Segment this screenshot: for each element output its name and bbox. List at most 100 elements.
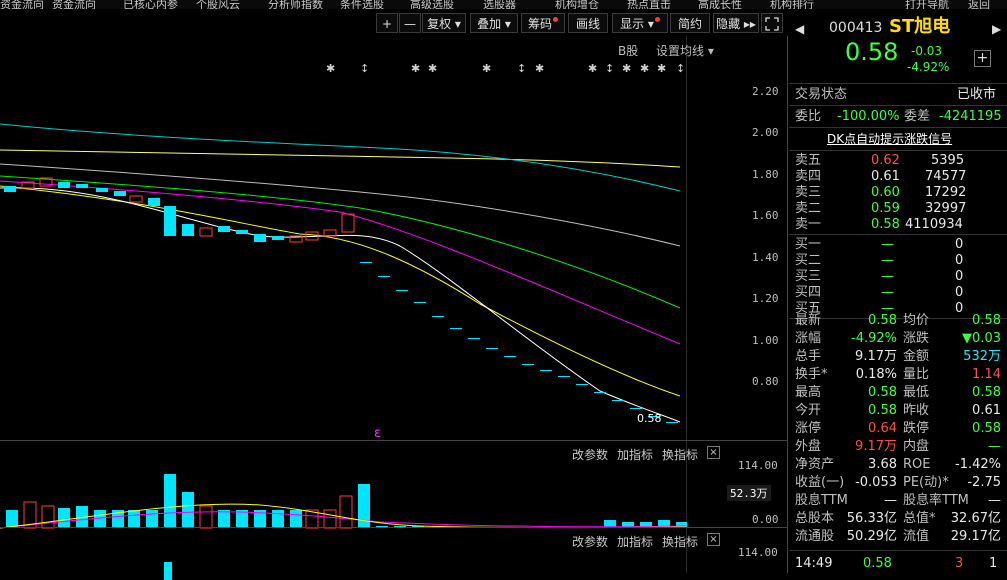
event-marker-icon: ↕ — [605, 62, 614, 75]
stat-row: 涨停 0.64 跌停 0.58 — [789, 420, 1007, 437]
volume-bar — [6, 510, 18, 528]
status-value: 已收市 — [957, 87, 997, 102]
stat-label: 净资产 — [795, 457, 835, 472]
stat-value: 29.17亿 — [950, 529, 1001, 544]
dk-signal-link[interactable]: DK点自动提示涨跌信号 — [827, 131, 952, 148]
menu-item[interactable]: 返回 — [968, 0, 990, 9]
stat-value: 3.68 — [868, 457, 897, 472]
candlestick — [272, 236, 284, 240]
xianshi-dropdown[interactable]: 显示 ▾ — [612, 13, 668, 33]
ma5-line — [0, 187, 681, 423]
prev-stock-icon[interactable]: ◀ — [795, 21, 804, 38]
ask-label: 卖一 — [795, 217, 822, 232]
candlestick — [396, 290, 408, 291]
stat-row: 最新 0.58 均价 0.58 — [789, 312, 1007, 329]
candlestick — [450, 328, 462, 329]
kline-chart-area: B股 设置均线 ▾ ✱ ↕ ✱ ✱ ✱ ↕ ✱ ✱ ↕ ✱ ✱ ✱ ↕ 0.58… — [0, 36, 788, 580]
add-watchlist-icon[interactable]: + — [974, 50, 991, 67]
stat-value: 0.58 — [972, 313, 1001, 328]
divider — [789, 550, 1007, 551]
tick-volume: 3 — [955, 556, 964, 571]
chouma-button[interactable]: 筹码 — [521, 13, 565, 33]
volume-y-tick: 114.00 — [738, 459, 778, 472]
menu-item[interactable]: 已核心内参 — [123, 0, 178, 9]
xianshi-label: 显示 ▾ — [620, 17, 654, 31]
close-icon[interactable]: × — [707, 533, 720, 546]
candlestick — [576, 384, 588, 385]
volume-bar-group — [6, 474, 687, 529]
volume-svg — [0, 474, 687, 529]
bid-price: — — [881, 237, 894, 252]
menu-item[interactable]: 机构排行 — [770, 0, 814, 9]
stat-label: PE(动)* — [903, 475, 949, 490]
menu-item[interactable]: 选股器 — [483, 0, 516, 9]
volume-current-label: 52.3万 — [727, 485, 771, 501]
menu-item[interactable]: 机构增仓 — [555, 0, 599, 9]
stat-label: 总手 — [795, 349, 822, 364]
change-param-button[interactable]: 改参数 — [572, 533, 608, 550]
top-menu-bar: 资金流向 资金流向 已核心内参 个股风云 分析师指数 条件选股 高级选股 选股器… — [0, 0, 1007, 9]
ask-volume: 32997 — [925, 201, 967, 216]
stat-row: 净资产 3.68 ROE -1.42% — [789, 456, 1007, 473]
close-icon[interactable]: × — [707, 446, 720, 459]
menu-item[interactable]: 分析师指数 — [268, 0, 323, 9]
menu-item[interactable]: 资金流向 — [0, 0, 44, 9]
menu-item[interactable]: 条件选股 — [340, 0, 384, 9]
candlestick — [378, 276, 390, 277]
candlestick — [218, 226, 230, 232]
stat-label: 收益(一) — [795, 475, 845, 490]
stat-value: 0.58 — [972, 421, 1001, 436]
stat-value: 0.58 — [868, 385, 897, 400]
stat-row: 最高 0.58 最低 0.58 — [789, 384, 1007, 401]
notification-dot-icon — [654, 17, 660, 22]
ask-row: 卖一 0.58 4110934 — [789, 216, 1007, 233]
candlestick — [114, 191, 126, 196]
tick-time: 14:49 — [795, 556, 833, 571]
volume-bar — [323, 509, 337, 529]
diejia-dropdown[interactable]: 叠加 ▾ — [470, 13, 518, 33]
bid-label: 买四 — [795, 285, 822, 300]
stat-value: 56.33亿 — [846, 511, 897, 526]
ask-price: 0.59 — [871, 201, 900, 216]
weicha-value: -4241195 — [939, 109, 1002, 124]
volume-bar — [94, 510, 106, 528]
ma10-line — [0, 185, 681, 397]
jianyue-button[interactable]: 简约 — [670, 13, 710, 33]
stat-value: 0.64 — [868, 421, 897, 436]
switch-indicator-button[interactable]: 换指标 — [662, 533, 698, 550]
ask-price: 0.60 — [871, 185, 900, 200]
menu-item[interactable]: 高成长性 — [698, 0, 742, 9]
menu-item[interactable]: 高级选股 — [410, 0, 454, 9]
hide-panel-button[interactable]: 隐藏 ▸▸ — [713, 13, 759, 33]
y-tick: 1.80 — [752, 168, 779, 181]
candlestick — [630, 408, 642, 409]
menu-item[interactable]: 打开导航 — [905, 0, 949, 9]
stat-value: 0.58 — [868, 403, 897, 418]
candlestick — [468, 338, 480, 339]
fullscreen-button[interactable] — [761, 13, 783, 33]
panel3-y-tick: 114.00 — [738, 546, 778, 559]
menu-item[interactable]: 个股风云 — [196, 0, 240, 9]
next-stock-icon[interactable]: ▶ — [992, 21, 1001, 38]
candlestick — [341, 213, 355, 233]
volume-bar — [164, 474, 176, 528]
stat-label: 流值 — [903, 529, 930, 544]
ma250-line — [0, 149, 681, 168]
stat-value: 50.29亿 — [846, 529, 897, 544]
huaxian-button[interactable]: 画线 — [568, 13, 608, 33]
stat-value: ▼0.03 — [962, 331, 1001, 346]
fuquan-dropdown[interactable]: 复权 ▾ — [422, 13, 466, 33]
volume-y-tick: 0.00 — [752, 513, 779, 526]
zoom-out-button[interactable]: — — [399, 13, 421, 33]
stat-value: — — [988, 439, 1001, 454]
event-marker-icon: ✱ — [411, 62, 420, 75]
weicha-label: 委差 — [904, 109, 931, 124]
add-indicator-button[interactable]: 加指标 — [617, 533, 653, 550]
event-marker-icon: ✱ — [482, 62, 491, 75]
menu-item[interactable]: 资金流向 — [52, 0, 96, 9]
zoom-in-button[interactable]: + — [376, 13, 398, 33]
candlestick — [666, 422, 678, 423]
stat-value: 9.17万 — [855, 439, 897, 454]
ask-price: 0.61 — [871, 169, 900, 184]
menu-item[interactable]: 热点直击 — [627, 0, 671, 9]
